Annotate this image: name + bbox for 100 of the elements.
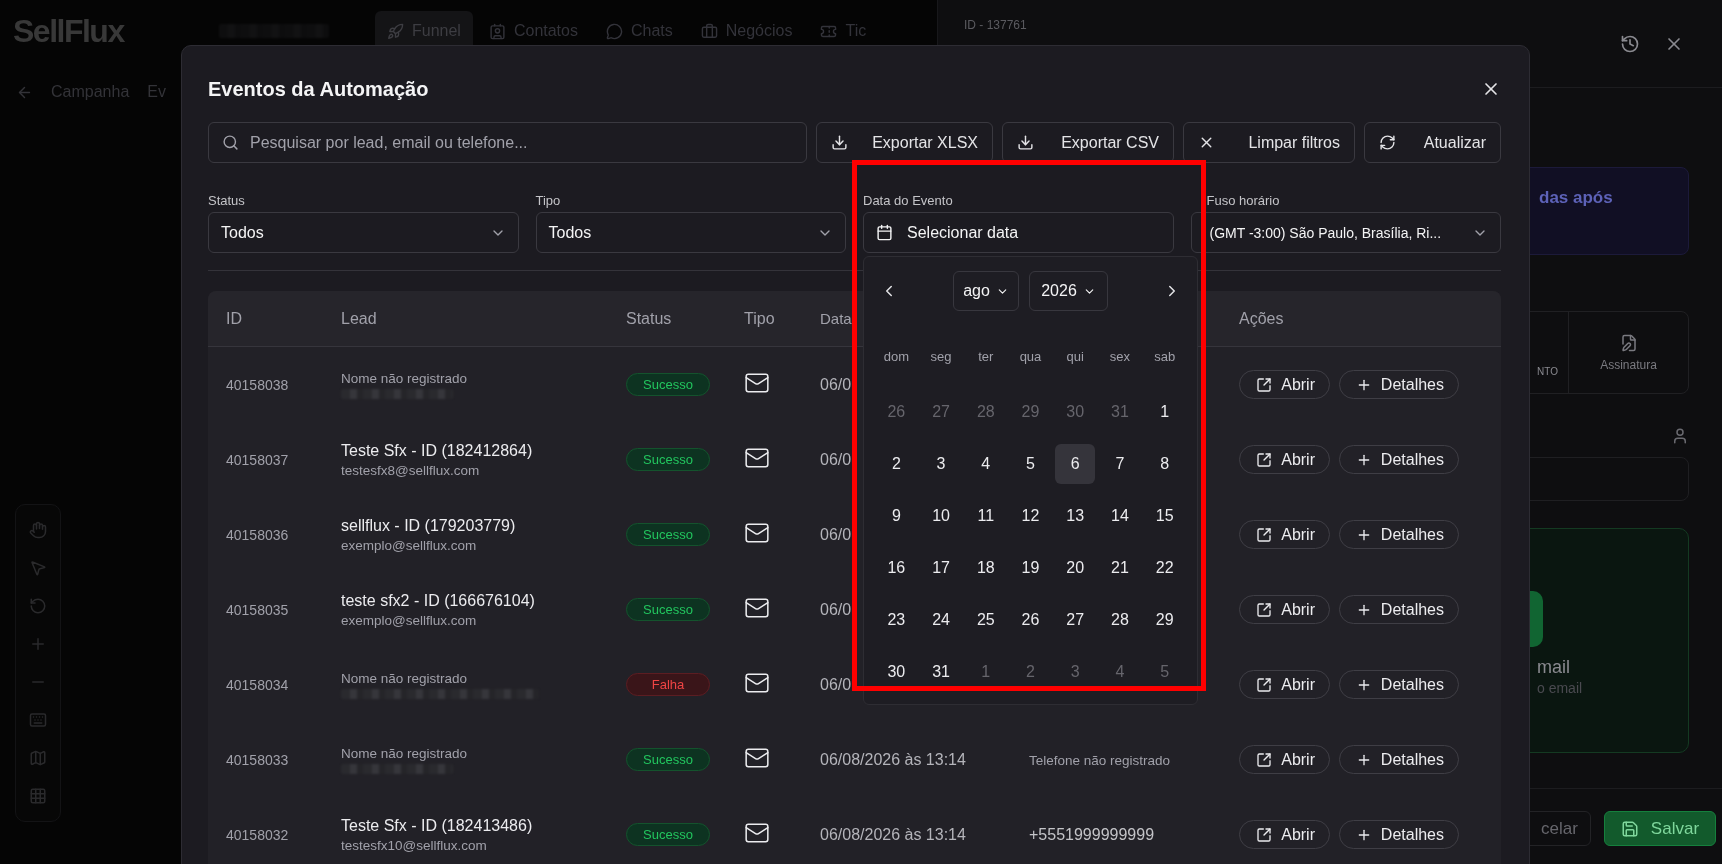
calendar-day[interactable]: 9: [876, 496, 917, 536]
calendar-day[interactable]: 4: [965, 444, 1006, 484]
calendar-day[interactable]: 8: [1144, 444, 1185, 484]
select-field[interactable]: Todos: [208, 212, 519, 253]
calendar-day[interactable]: 20: [1055, 548, 1096, 588]
calendar-day[interactable]: 31: [921, 652, 962, 692]
weekday-label: ter: [977, 348, 995, 364]
date-field[interactable]: Selecionar data: [863, 212, 1174, 253]
calendar-day[interactable]: 25: [965, 600, 1006, 640]
calendar-day[interactable]: 23: [876, 600, 917, 640]
save-button[interactable]: Salvar: [1603, 811, 1717, 846]
refresh-button[interactable]: Atualizar: [1364, 122, 1501, 163]
calendar-day[interactable]: 30: [876, 652, 917, 692]
lead-email: exemplo@sellflux.com: [341, 612, 478, 628]
zoom-in-icon[interactable]: [29, 635, 47, 653]
external-link-icon: [1256, 376, 1272, 393]
refresh-icon: [1379, 134, 1396, 151]
calendar-day[interactable]: 13: [1055, 496, 1096, 536]
column-header: Lead: [341, 309, 378, 328]
table-cell: 06/08/2026 às 13:14: [820, 750, 966, 768]
calendar-day[interactable]: 26: [1010, 600, 1051, 640]
card-title: mail: [1537, 657, 1571, 678]
table-cell-text: 40158033: [226, 751, 290, 768]
search-icon: [222, 134, 239, 151]
hand-icon[interactable]: [29, 521, 47, 539]
download-icon: [831, 134, 848, 151]
filter-label: Data do Evento: [863, 193, 954, 207]
status-badge: Falha: [626, 673, 710, 696]
calendar-day[interactable]: 21: [1099, 548, 1140, 588]
column-header: Tipo: [744, 309, 776, 328]
weekday-label: qui: [1065, 348, 1085, 364]
history-icon[interactable]: [1620, 33, 1640, 54]
filter-label: Tipo: [535, 193, 562, 207]
calendar-day[interactable]: 12: [1010, 496, 1051, 536]
lead-email: testesfx8@sellflux.com: [341, 462, 481, 478]
calendar-day[interactable]: 28: [1099, 600, 1140, 640]
table-cell: 06/0: [820, 525, 852, 543]
status-badge: Sucesso: [626, 448, 710, 471]
filter-label: Fuso horário: [1205, 193, 1281, 207]
calendar-day[interactable]: 27: [1055, 600, 1096, 640]
column-header: Ações: [1239, 309, 1285, 328]
calendar-day[interactable]: 29: [1144, 600, 1185, 640]
card-subtitle: o email: [1537, 680, 1584, 696]
download-icon: [1017, 134, 1034, 151]
calendar-day[interactable]: 17: [921, 548, 962, 588]
notice-text: das após: [1539, 188, 1613, 207]
lead-name: Nome não registrado: [341, 745, 469, 761]
calendar-day[interactable]: 22: [1144, 548, 1185, 588]
status-badge: Sucesso: [626, 598, 710, 621]
column-header: Status: [626, 309, 673, 328]
calendar-day[interactable]: 15: [1144, 496, 1185, 536]
weekday-label: dom: [882, 348, 910, 364]
select-field[interactable]: (GMT -3:00) São Paulo, Brasília, Ri...: [1190, 212, 1501, 253]
record-id: ID - 137761: [964, 18, 1028, 32]
table-cell-text: 40158032: [226, 826, 290, 843]
calendar-day[interactable]: 11: [965, 496, 1006, 536]
table-cell: 06/0: [820, 600, 852, 618]
calendar-icon: [876, 224, 893, 241]
month-select[interactable]: ago: [953, 271, 1019, 311]
external-link-icon: [1256, 676, 1272, 693]
search-field[interactable]: Pesquisar por lead, email ou telefone...: [208, 122, 807, 163]
calendar-day[interactable]: 14: [1099, 496, 1140, 536]
lead-email: testesfx10@sellflux.com: [341, 837, 488, 853]
status-badge: Sucesso: [626, 523, 710, 546]
calendar-day[interactable]: 3: [921, 444, 962, 484]
keyboard-icon[interactable]: [29, 711, 47, 729]
year-select[interactable]: 2026: [1029, 271, 1108, 311]
lead-email: exemplo@sellflux.com: [341, 537, 478, 553]
calendar-day[interactable]: 1: [1144, 392, 1185, 432]
table-cell-text: 40158038: [226, 376, 290, 393]
table-cell-text: 40158037: [226, 451, 290, 468]
export-button[interactable]: Exportar XLSX: [816, 122, 993, 163]
calendar-day[interactable]: 5: [1010, 444, 1051, 484]
calendar-day[interactable]: 10: [921, 496, 962, 536]
calendar-day[interactable]: 16: [876, 548, 917, 588]
calendar-day[interactable]: 19: [1010, 548, 1051, 588]
chat-bubble-icon: [605, 22, 623, 40]
document-pen-icon: [1619, 333, 1638, 352]
external-link-icon: [1256, 601, 1272, 618]
lead-name: Teste Sfx - ID (182413486): [341, 816, 534, 835]
calendar-day[interactable]: 2: [876, 444, 917, 484]
table-cell-text: 40158036: [226, 526, 290, 543]
contact-card-icon: [488, 22, 506, 40]
weekday-label: qua: [1018, 348, 1043, 364]
calendar-day[interactable]: 6: [1055, 444, 1096, 484]
option-label: NTO: [1537, 366, 1558, 377]
calendar-day[interactable]: 24: [921, 600, 962, 640]
pointer-icon[interactable]: [29, 559, 47, 577]
table-cell: 06/08/2026 às 13:14: [820, 825, 966, 843]
weekday-label: sex: [1108, 348, 1132, 364]
select-field[interactable]: Todos: [535, 212, 846, 253]
external-link-icon: [1256, 526, 1272, 543]
calendar-day[interactable]: 18: [965, 548, 1006, 588]
calendar-day[interactable]: 7: [1099, 444, 1140, 484]
option-label: Assinatura: [1600, 357, 1657, 372]
map-icon[interactable]: [29, 749, 47, 767]
weekday-label: seg: [929, 348, 953, 364]
rotate-icon[interactable]: [29, 597, 47, 615]
grid-icon[interactable]: [29, 787, 47, 805]
clear-filters-button[interactable]: Limpar filtros: [1183, 122, 1355, 163]
